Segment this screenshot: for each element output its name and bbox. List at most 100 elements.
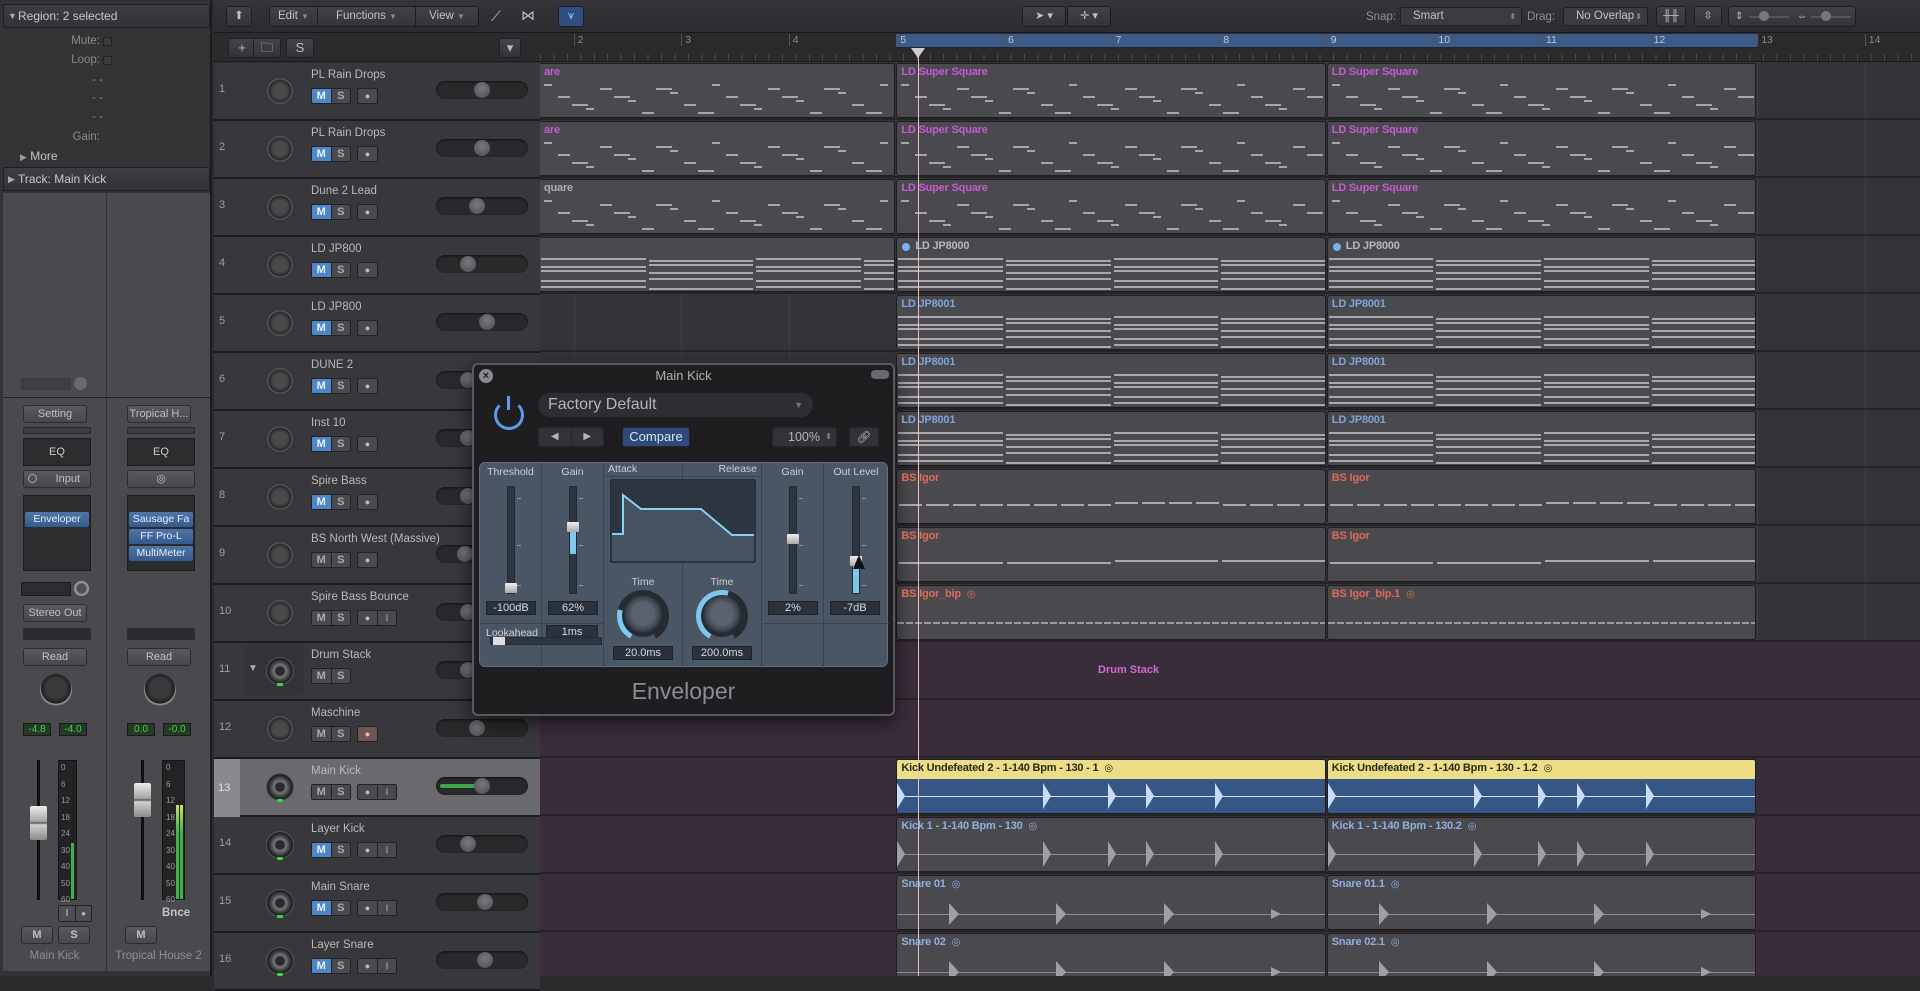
peak-readout[interactable]: -0.0	[163, 723, 191, 736]
track-volume-slider[interactable]	[436, 81, 528, 99]
region[interactable]: LD Super Square	[1326, 179, 1757, 234]
mute-button[interactable]: M	[312, 205, 331, 219]
record-enable-button[interactable]: ●	[75, 906, 91, 921]
track-lane[interactable]: are LD Super Square LD Super Square	[540, 62, 1920, 120]
region[interactable]: are	[540, 63, 896, 118]
mute-button[interactable]: M	[312, 89, 331, 103]
solo-button[interactable]: S	[330, 321, 350, 335]
track-name[interactable]: Inst 10	[311, 417, 346, 429]
catch-playhead-button[interactable]: ⩛	[558, 6, 584, 27]
region[interactable]: LD JP8000	[896, 237, 1326, 292]
track-volume-slider[interactable]	[436, 835, 528, 853]
solo-button[interactable]: S	[330, 901, 350, 915]
new-folder-button[interactable]: 🗀	[253, 38, 281, 58]
input-monitor-button[interactable]: I	[377, 901, 396, 915]
region[interactable]: LD JP8001	[896, 295, 1326, 350]
region[interactable]: LD Super Square	[896, 121, 1326, 176]
lookahead-slider[interactable]	[490, 637, 602, 645]
mute-button[interactable]: M	[21, 926, 53, 944]
region[interactable]: BS Igor_bip.1 ◎	[1326, 585, 1757, 640]
out-level-slider[interactable]	[850, 486, 866, 594]
track-header-dune-2-lead[interactable]: 3 Dune 2 Lead M S ●	[214, 179, 540, 237]
group-slot[interactable]	[23, 628, 91, 640]
record-enable-button[interactable]: ●	[358, 379, 377, 393]
solo-button[interactable]: S	[330, 843, 350, 857]
attack-time-value[interactable]: 20.0ms	[613, 646, 673, 660]
solo-button[interactable]: S	[330, 959, 350, 973]
solo-button[interactable]: S	[330, 437, 350, 451]
volume-slider-thumb[interactable]	[474, 778, 490, 794]
volume-fader-cap[interactable]	[134, 783, 151, 817]
mute-checkbox[interactable]	[103, 37, 112, 46]
track-lane[interactable]: are LD Super Square LD Super Square	[540, 120, 1920, 178]
solo-button[interactable]: S	[330, 553, 350, 567]
auto-zoom-button[interactable]: ⇳	[1694, 6, 1722, 27]
track-name[interactable]: Layer Snare	[311, 939, 374, 951]
track-header-main-snare[interactable]: 15 Main Snare M S ● I	[214, 875, 540, 933]
region[interactable]: LD Super Square	[1326, 63, 1757, 118]
horizontal-zoom-thumb[interactable]	[1821, 11, 1831, 21]
threshold-slider[interactable]	[505, 486, 521, 594]
mute-button[interactable]: M	[312, 669, 331, 683]
region[interactable]: Kick Undefeated 2 - 1-140 Bpm - 130 - 1.…	[1326, 759, 1757, 814]
region[interactable]: Snare 01.1 ◎	[1326, 875, 1757, 930]
volume-readout[interactable]: -4.8	[23, 723, 51, 736]
slider-thumb[interactable]	[505, 583, 517, 593]
track-name[interactable]: PL Rain Drops	[311, 69, 385, 81]
region[interactable]: BS Igor	[1326, 527, 1757, 582]
solo-button[interactable]: S	[330, 495, 350, 509]
mute-button[interactable]: M	[312, 379, 331, 393]
automation-curve-icon[interactable]: ⟋	[491, 8, 501, 25]
track-name[interactable]: Main Snare	[311, 881, 370, 893]
track-name[interactable]: Dune 2 Lead	[311, 185, 377, 197]
attack-gain-value[interactable]: 62%	[548, 601, 598, 615]
knob-body[interactable]	[701, 595, 743, 637]
record-enable-button[interactable]: ●	[358, 147, 377, 161]
disclosure-triangle-icon[interactable]: ▼	[8, 5, 17, 27]
solo-button[interactable]: S	[330, 379, 350, 393]
loop-checkbox[interactable]	[103, 56, 112, 65]
group-slot[interactable]	[127, 628, 195, 640]
gain-knob[interactable]	[74, 377, 87, 390]
waveform-zoom-button[interactable]: ╫╫	[1656, 6, 1686, 27]
vertical-zoom-thumb[interactable]	[1759, 11, 1769, 21]
view-zoom-select[interactable]: 100% ⬍	[772, 427, 837, 447]
volume-slider-thumb[interactable]	[460, 836, 477, 852]
volume-slider-thumb[interactable]	[479, 314, 496, 330]
slider-thumb[interactable]	[567, 522, 579, 533]
drag-select[interactable]: No Overlap ⬍	[1563, 7, 1648, 26]
track-name[interactable]: Spire Bass Bounce	[311, 591, 409, 603]
track-header-pl-rain-drops[interactable]: 1 PL Rain Drops M S ●	[214, 63, 540, 121]
track-lane[interactable]: LD JP8000 LD JP8000	[540, 236, 1920, 294]
track-name[interactable]: PL Rain Drops	[311, 127, 385, 139]
region[interactable]: LD Super Square	[896, 63, 1326, 118]
record-enable-button[interactable]: ●	[358, 785, 377, 799]
solo-button[interactable]: S	[58, 926, 90, 944]
view-menu[interactable]: View ▼	[416, 7, 478, 26]
track-name[interactable]: LD JP800	[311, 301, 362, 313]
volume-slider-thumb[interactable]	[460, 256, 477, 272]
mute-button[interactable]: M	[312, 321, 331, 335]
eq-display[interactable]: EQ	[127, 438, 195, 466]
track-header-ld-jp800[interactable]: 4 LD JP800 M S ●	[214, 237, 540, 295]
solo-button[interactable]: S	[330, 727, 350, 741]
attack-gain-slider[interactable]	[567, 486, 583, 594]
volume-slider-thumb[interactable]	[477, 952, 494, 968]
region[interactable]: Snare 02.1 ◎	[1326, 933, 1757, 976]
out-level-value[interactable]: -7dB	[830, 601, 880, 615]
track-volume-slider[interactable]	[436, 893, 528, 911]
functions-menu[interactable]: Functions ▼	[318, 7, 416, 26]
track-lane[interactable]: Snare 01 ◎ Snare 01.1 ◎	[540, 874, 1920, 932]
region[interactable]: quare	[540, 179, 896, 234]
next-preset-button[interactable]: ▶	[572, 428, 604, 446]
track-header-layer-kick[interactable]: 14 Layer Kick M S ● I	[214, 817, 540, 875]
plugin-slot-sausage-fattener[interactable]: Sausage Fa	[129, 512, 193, 527]
mute-button[interactable]: M	[312, 611, 331, 625]
solo-button[interactable]: S	[330, 263, 350, 277]
track-header-menu-button[interactable]: ▾	[499, 38, 521, 58]
track-volume-slider[interactable]	[436, 255, 528, 273]
input-monitor-button[interactable]: I	[377, 785, 396, 799]
track-header-pl-rain-drops[interactable]: 2 PL Rain Drops M S ●	[214, 121, 540, 179]
mute-button[interactable]: M	[312, 785, 331, 799]
input-monitor-button[interactable]: I	[59, 906, 75, 921]
